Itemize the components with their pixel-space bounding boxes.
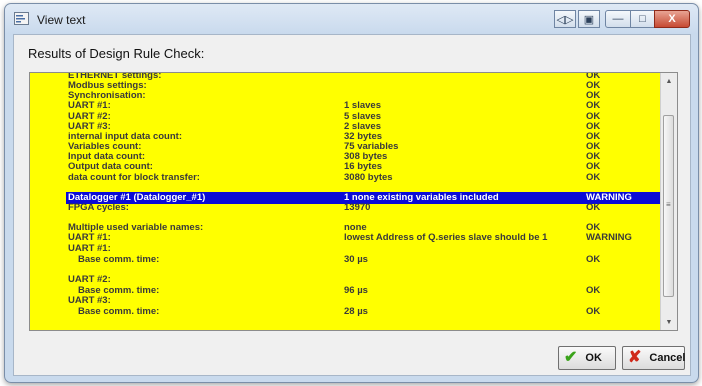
row-label: Base comm. time: [78, 306, 160, 317]
title-bar[interactable]: View text ◁▷ ▣ — □ X [5, 4, 698, 34]
result-row[interactable]: FPGA cycles: 13970 OK [30, 202, 660, 214]
cancel-button[interactable]: ✘ Cancel [622, 346, 685, 370]
row-status: OK [586, 172, 601, 183]
checkmark-icon: ✔ [564, 349, 578, 366]
row-label: data count for block transfer: [68, 172, 200, 183]
row-value: 3080 bytes [344, 172, 393, 183]
dialog-client-area: Results of Design Rule Check: ETHERNET s… [13, 34, 691, 376]
minimize-icon: — [612, 13, 624, 25]
scroll-down-arrow-icon[interactable]: ▼ [661, 314, 677, 330]
result-row[interactable]: Base comm. time: 28 µs OK [30, 306, 660, 318]
vertical-scrollbar[interactable]: ▲ ≡ ▼ [660, 73, 677, 330]
results-panel[interactable]: ETHERNET settings: OK Modbus settings: OK Sy… [29, 72, 678, 331]
nav-arrows-icon: ◁▷ [556, 13, 574, 26]
row-label: FPGA cycles: [68, 202, 129, 213]
pin-button[interactable]: ▣ [578, 10, 600, 28]
results-list[interactable]: ETHERNET settings: OK Modbus settings: OK Sy… [30, 73, 660, 330]
row-status: OK [586, 202, 601, 213]
scrollbar-thumb[interactable]: ≡ [663, 115, 674, 297]
row-value: 13970 [344, 202, 371, 213]
scroll-up-arrow-icon[interactable]: ▲ [661, 73, 677, 89]
row-value: 28 µs [344, 306, 368, 317]
close-button[interactable]: X [654, 10, 690, 28]
results-heading: Results of Design Rule Check: [28, 46, 205, 61]
row-status: OK [586, 254, 601, 265]
view-text-window: View text ◁▷ ▣ — □ X Results of Design R… [4, 3, 699, 383]
pin-icon: ▣ [583, 13, 595, 26]
minimize-button[interactable]: — [605, 10, 631, 28]
maximize-button[interactable]: □ [630, 10, 655, 28]
x-icon: ✘ [628, 349, 642, 366]
app-icon [14, 12, 29, 25]
result-row[interactable]: data count for block transfer: 3080 bytes… [30, 172, 660, 184]
row-value: 30 µs [344, 254, 368, 265]
window-title: View text [37, 13, 86, 27]
maximize-icon: □ [639, 13, 646, 25]
row-label: Base comm. time: [78, 254, 160, 265]
close-icon: X [668, 13, 676, 25]
row-status: OK [586, 306, 601, 317]
ok-label: OK [585, 352, 602, 364]
cancel-label: Cancel [649, 352, 686, 364]
nav-arrows-button[interactable]: ◁▷ [554, 10, 576, 28]
result-row[interactable]: Base comm. time: 30 µs OK [30, 254, 660, 266]
ok-button[interactable]: ✔ OK [558, 346, 616, 370]
grip-icon: ≡ [666, 200, 671, 209]
